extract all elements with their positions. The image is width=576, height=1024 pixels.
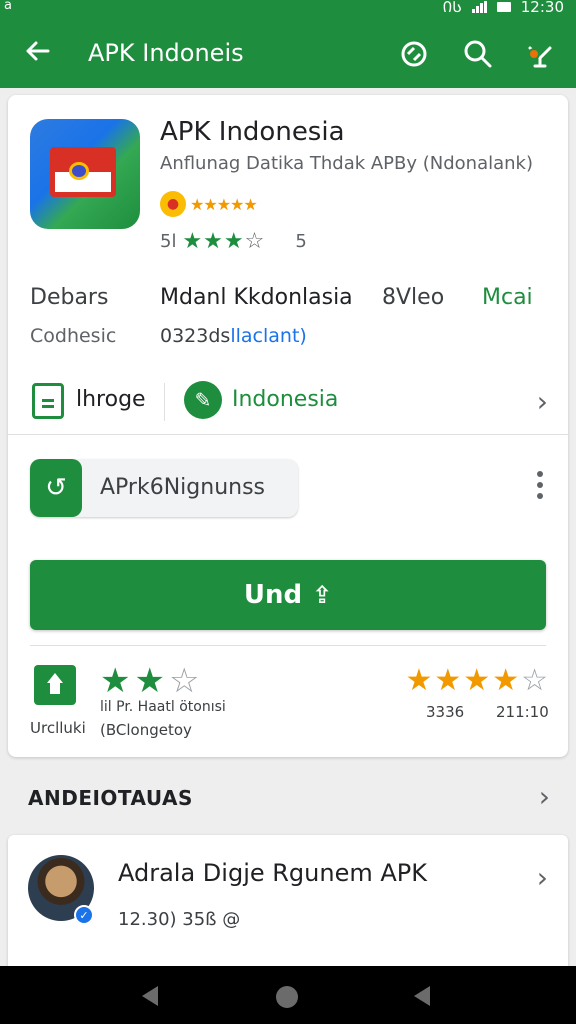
tiny-stars: ★★★★★ xyxy=(190,194,258,214)
chevron-right-icon[interactable]: › xyxy=(537,385,548,418)
app-details-card: APK Indonesia Anflunag Datika Thdak APBy… xyxy=(8,95,568,757)
flag-icon xyxy=(50,147,116,197)
leaf-icon: ✎ xyxy=(184,381,222,419)
divider xyxy=(30,645,546,646)
app-name: APK Indonesia xyxy=(160,117,345,147)
installer-label: APrk6Nignunss xyxy=(100,475,265,500)
chip-label-2[interactable]: Indonesia xyxy=(232,387,338,412)
info-label-3: 8Vleo xyxy=(382,285,445,310)
emoji-icon: ● xyxy=(160,191,186,217)
install-app-icon: ↺ xyxy=(30,459,82,517)
left-rating-line-1: lil Pr. Haatl ötonısi xyxy=(100,699,226,715)
review-card[interactable]: ✓ Adrala Digje Rgunem APK 12.30) 35ß @ › xyxy=(8,835,568,975)
share-upload-icon: ⇪ xyxy=(312,581,333,609)
signal-icon xyxy=(471,1,487,13)
right-rating-value-1: 3336 xyxy=(426,703,465,721)
chevron-right-icon[interactable]: › xyxy=(537,861,548,894)
system-nav-bar xyxy=(0,966,576,1024)
back-arrow-icon[interactable] xyxy=(22,36,52,66)
info-label-4[interactable]: Mcai xyxy=(482,285,533,310)
install-button-label: Und xyxy=(243,580,303,610)
section-chevron-icon[interactable]: › xyxy=(539,780,550,813)
status-time: 12:30 xyxy=(520,0,564,16)
more-options-icon[interactable] xyxy=(532,467,548,503)
star-rating: ★★★☆ xyxy=(182,229,266,254)
info-label-5: Codhesic xyxy=(30,325,117,347)
info-label-6: 0323dsllaclant) xyxy=(160,325,307,347)
app-subtitle: Anflunag Datika Thdak APBy (Ndonalank) xyxy=(160,153,534,174)
document-icon xyxy=(32,383,64,419)
score-value: 5l xyxy=(160,231,177,252)
install-button[interactable]: Und ⇪ xyxy=(30,560,546,630)
rating-badge-row: ● ★★★★★ xyxy=(160,191,258,217)
gift-icon[interactable] xyxy=(522,36,558,72)
app-bar: APK Indoneis xyxy=(0,22,576,88)
search-icon[interactable] xyxy=(460,36,496,72)
installer-chip[interactable]: ↺ APrk6Nignunss xyxy=(30,459,298,517)
share-icon[interactable] xyxy=(396,36,432,72)
right-rating-value-2: 211:10 xyxy=(496,703,549,721)
chip-label-1[interactable]: lhroge xyxy=(76,387,146,412)
app-icon xyxy=(30,119,140,229)
verified-check-icon: ✓ xyxy=(74,905,94,925)
status-left-glyph: ā xyxy=(4,0,12,13)
recents-nav-icon[interactable] xyxy=(414,986,430,1006)
home-label: Urclluki xyxy=(30,719,86,737)
left-star-rating[interactable]: ★★☆ xyxy=(100,661,203,701)
score-row: 5l ★★★☆ 5 xyxy=(160,229,307,254)
right-star-rating[interactable]: ★★★★☆ xyxy=(406,663,550,698)
section-title[interactable]: ANDEIOTAUAS xyxy=(28,786,193,810)
battery-icon xyxy=(496,2,511,12)
info-label-1: Debars xyxy=(30,285,109,310)
info-label-2: Mdanl Kkdonlasia xyxy=(160,285,353,310)
chip-separator xyxy=(164,383,165,421)
rating-count: 5 xyxy=(295,231,307,252)
app-bar-title: APK Indoneis xyxy=(88,39,244,67)
chip-row[interactable]: lhroge ✎ Indonesia › xyxy=(8,371,568,435)
review-title: Adrala Digje Rgunem APK xyxy=(118,859,427,887)
notification-badge xyxy=(528,48,540,60)
home-nav-icon[interactable] xyxy=(276,986,298,1008)
home-icon[interactable] xyxy=(34,665,76,705)
review-meta: 12.30) 35ß @ xyxy=(118,909,241,930)
status-bar: ā ᲘᲡ 12:30 xyxy=(0,0,576,22)
back-nav-icon[interactable] xyxy=(142,986,158,1006)
network-indicator: ᲘᲡ xyxy=(442,0,462,16)
left-rating-line-2: (BClongetoy xyxy=(100,721,192,739)
